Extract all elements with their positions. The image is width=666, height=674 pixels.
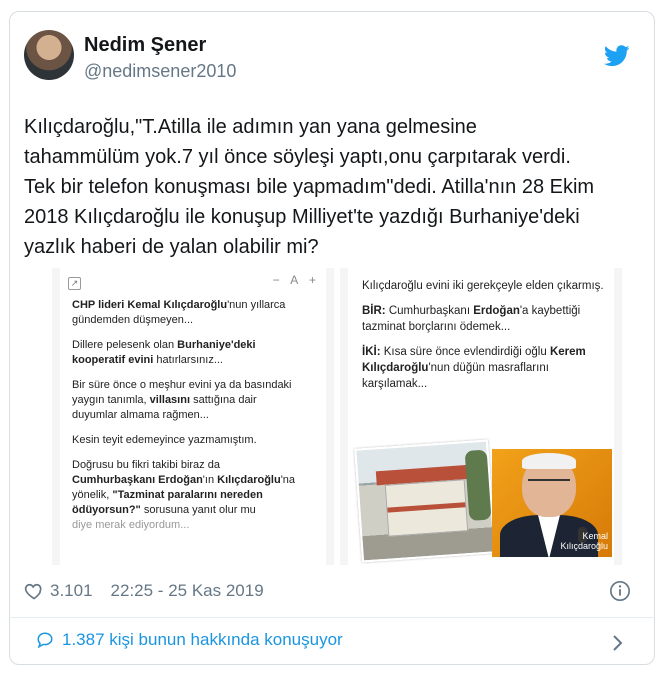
portrait-photo: Kemal Kılıçdaroğlu	[492, 449, 612, 557]
article-paragraph: CHP lideri Kemal Kılıçdaroğlu'nun yıllar…	[72, 299, 286, 326]
heart-icon[interactable]	[24, 581, 44, 601]
speech-bubble-icon	[37, 632, 53, 649]
conversation-text: 1.387 kişi bunun hakkında konuşuyor	[62, 630, 343, 649]
article-paragraph: İKİ: Kısa süre önce evlendirdiği oğlu Ke…	[362, 346, 586, 390]
conversation-link[interactable]: 1.387 kişi bunun hakkında konuşuyor	[36, 630, 343, 650]
house-photo	[354, 439, 496, 563]
font-size-controls: − A +	[272, 273, 320, 287]
footer-divider	[9, 617, 655, 618]
article-screenshot-right: Kılıçdaroğlu evini iki gerekçeyle elden …	[348, 268, 614, 565]
chevron-right-icon[interactable]	[612, 634, 624, 652]
house-facade	[384, 479, 469, 537]
info-icon[interactable]	[609, 580, 631, 602]
article-body-right: Kılıçdaroğlu evini iki gerekçeyle elden …	[362, 278, 612, 401]
tweet-text: Kılıçdaroğlu,"T.Atilla ile adımın yan ya…	[24, 112, 634, 262]
media-image-right[interactable]: Kılıçdaroğlu evini iki gerekçeyle elden …	[340, 268, 622, 565]
article-paragraph: BİR: Cumhurbaşkanı Erdoğan'a kaybettiği …	[362, 305, 581, 333]
twitter-bird-icon[interactable]	[604, 45, 630, 67]
tweet-line: 2018 Kılıçdaroğlu ile konuşup Milliyet't…	[24, 206, 580, 228]
tweet-line: yazlık haberi de yalan olabilir mi?	[24, 236, 319, 258]
tweet-timestamp[interactable]: 22:25 - 25 Kas 2019	[111, 581, 264, 601]
author-display-name[interactable]: Nedim Şener	[84, 34, 206, 57]
article-paragraph: Dillere pelesenk olan Burhaniye'deki koo…	[72, 339, 256, 366]
article-body-left: CHP lideri Kemal Kılıçdaroğlu'nun yıllar…	[72, 298, 304, 543]
tweet-media[interactable]: ↗ − A + CHP lideri Kemal Kılıçdaroğlu'nu…	[52, 268, 622, 565]
article-paragraph: Bir süre önce o meşhur evini ya da basın…	[72, 379, 292, 421]
tweet-meta: 3.101 22:25 - 25 Kas 2019	[24, 578, 264, 604]
media-image-left[interactable]: ↗ − A + CHP lideri Kemal Kılıçdaroğlu'nu…	[52, 268, 334, 565]
article-screenshot-left: ↗ − A + CHP lideri Kemal Kılıçdaroğlu'nu…	[60, 268, 326, 565]
author-handle[interactable]: @nedimsener2010	[84, 61, 236, 82]
tweet-line: Tek bir telefon konuşması bile yapmadım"…	[24, 176, 595, 198]
article-paragraph: Kılıçdaroğlu evini iki gerekçeyle elden …	[362, 280, 604, 292]
photo-caption: Kemal Kılıçdaroğlu	[560, 531, 608, 551]
tweet-line: tahammülüm yok.7 yıl önce söyleşi yaptı,…	[24, 146, 571, 168]
house-trees	[464, 449, 492, 521]
portrait-hair	[522, 453, 576, 469]
article-paragraph: Kesin teyit edemeyince yazmamıştım.	[72, 434, 257, 446]
share-icon: ↗	[68, 277, 81, 290]
like-count[interactable]: 3.101	[50, 581, 93, 601]
author-avatar[interactable]	[24, 30, 74, 80]
portrait-glasses	[528, 479, 570, 489]
article-paragraph: Doğrusu bu fikri takibi biraz da Cumhurb…	[72, 459, 296, 531]
tweet-line: Kılıçdaroğlu,"T.Atilla ile adımın yan ya…	[24, 116, 477, 138]
